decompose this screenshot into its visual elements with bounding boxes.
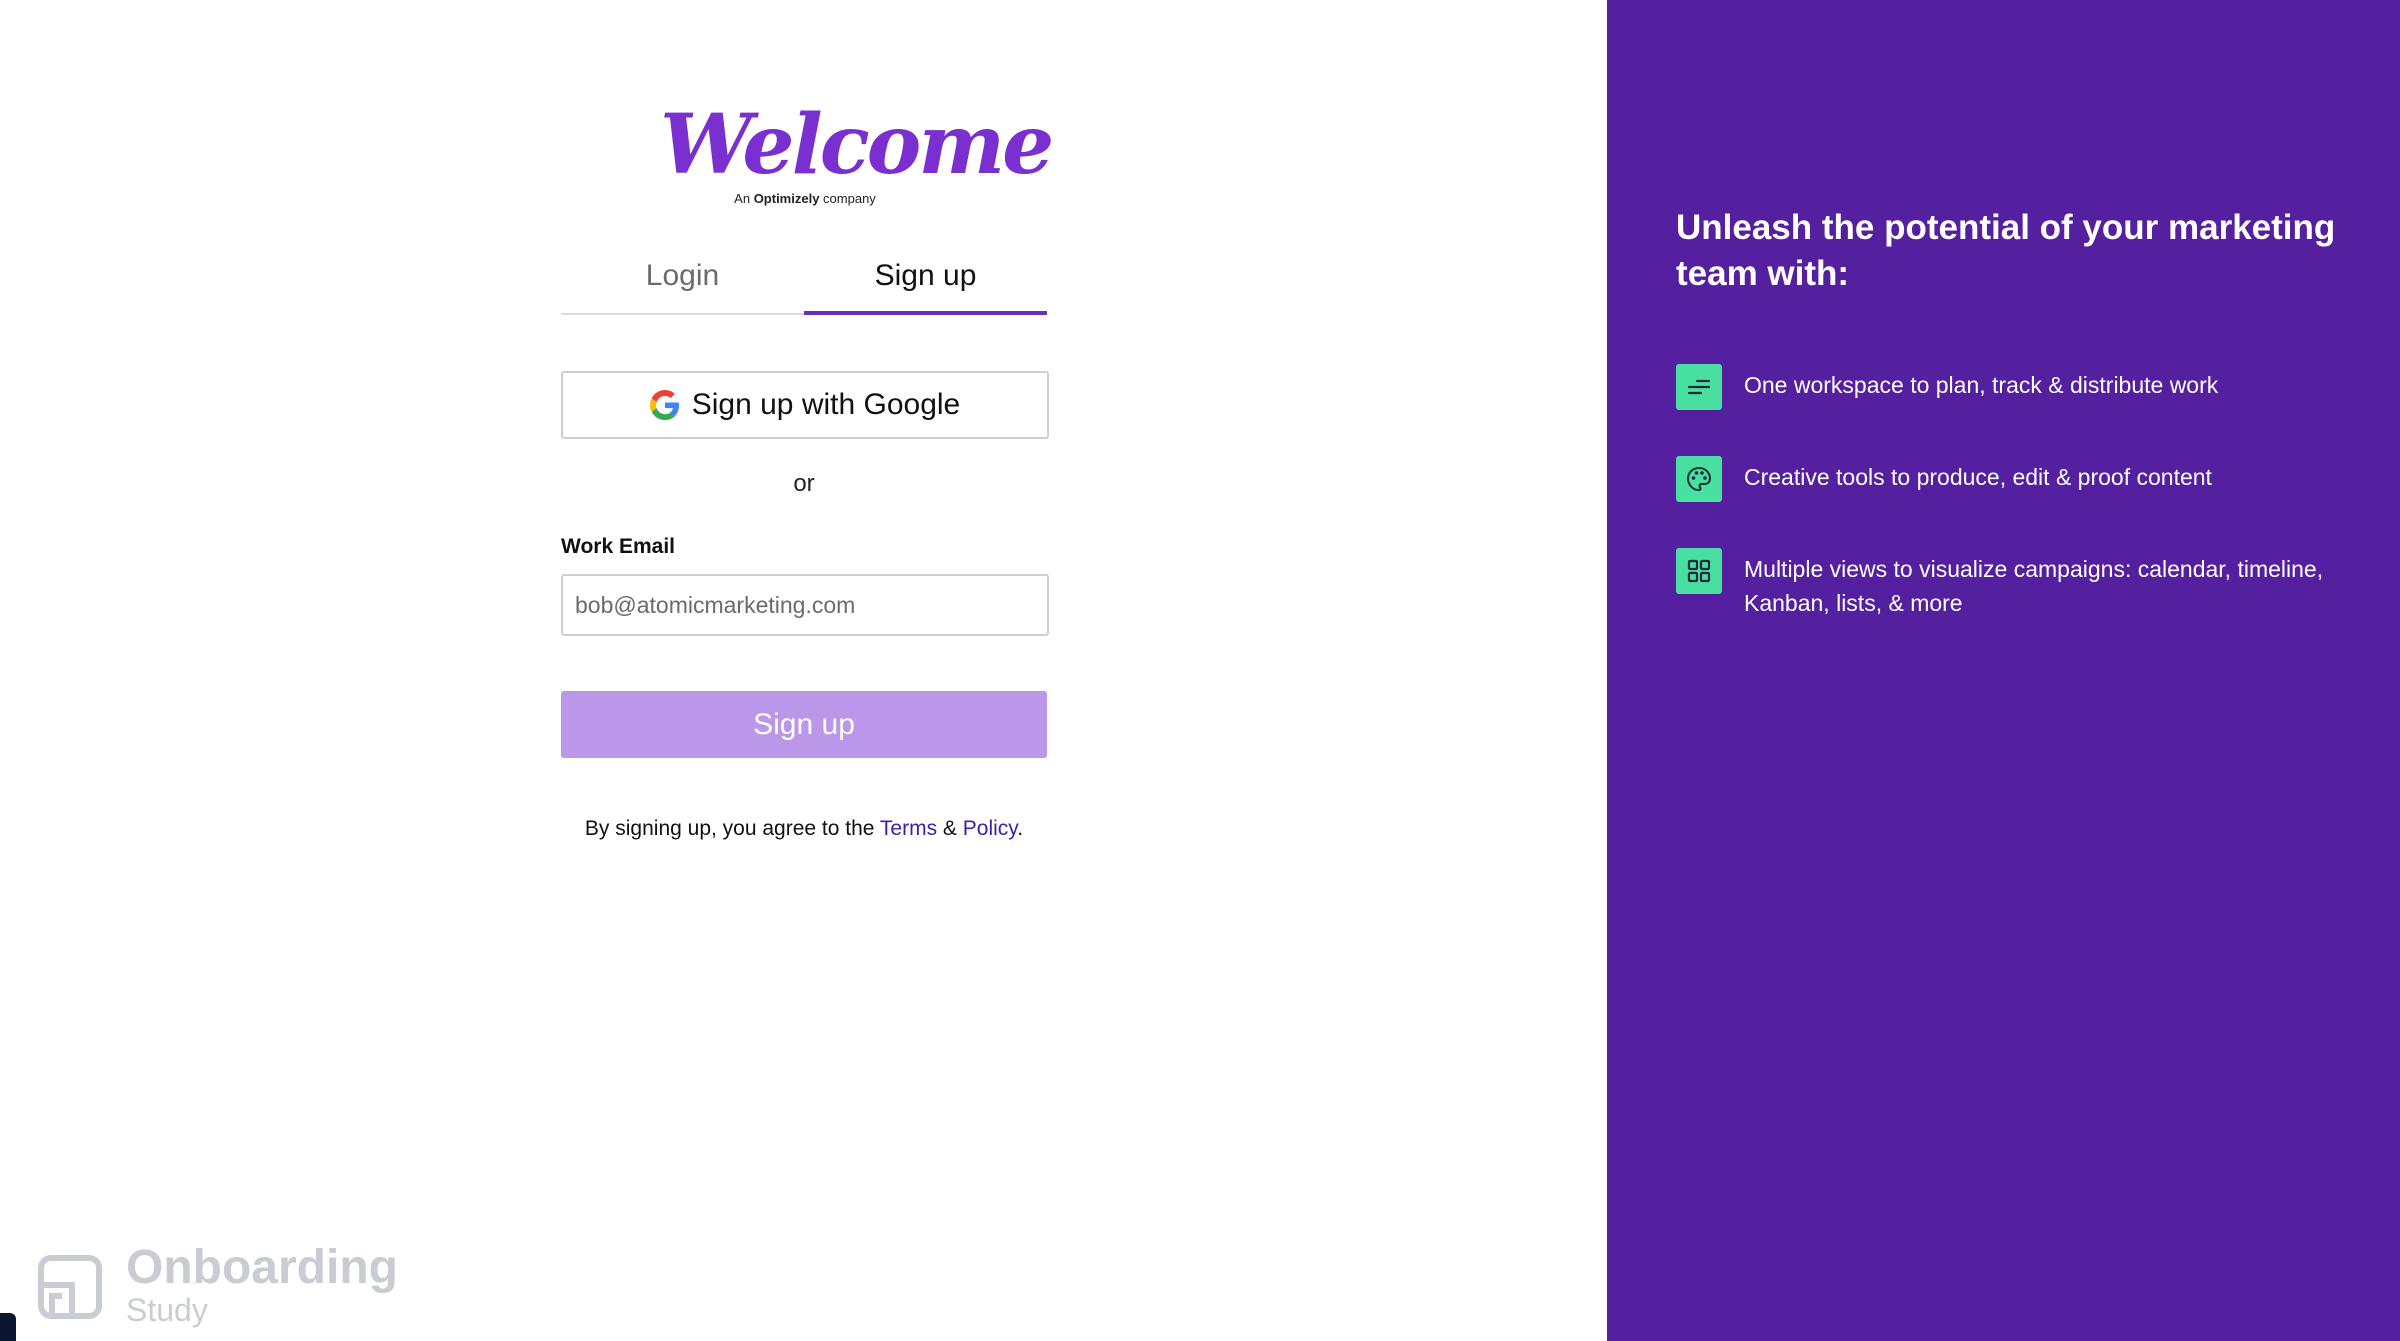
google-signup-button[interactable]: Sign up with Google bbox=[561, 371, 1049, 439]
signup-submit-button[interactable]: Sign up bbox=[561, 691, 1047, 758]
or-divider: or bbox=[793, 470, 815, 497]
terms-notice: By signing up, you agree to the Terms & … bbox=[584, 817, 1024, 840]
feature-text: Creative tools to produce, edit & proof … bbox=[1744, 464, 2212, 490]
watermark-title: Onboarding bbox=[126, 1241, 398, 1294]
terms-link[interactable]: Terms bbox=[880, 817, 937, 840]
work-email-input[interactable] bbox=[561, 574, 1049, 636]
welcome-logo: Welcome An Optimizely company bbox=[660, 95, 1054, 215]
onboarding-study-watermark: Onboarding Study bbox=[38, 1240, 418, 1330]
logo-tagline: An Optimizely company bbox=[734, 191, 876, 206]
onboarding-study-logo-icon bbox=[38, 1255, 102, 1319]
google-icon bbox=[649, 390, 679, 420]
work-email-label: Work Email bbox=[561, 535, 675, 558]
signup-page: Welcome An Optimizely company Login Sign… bbox=[0, 0, 2400, 1341]
tab-signup[interactable]: Sign up bbox=[804, 245, 1047, 315]
auth-tabs: Login Sign up bbox=[561, 245, 1047, 315]
marketing-headline: Unleash the potential of your marketing … bbox=[1676, 208, 2336, 293]
grid-icon bbox=[1676, 548, 1722, 594]
watermark-subtitle: Study bbox=[126, 1292, 208, 1328]
lines-icon bbox=[1676, 364, 1722, 410]
logo-wordmark: Welcome bbox=[660, 97, 1054, 193]
feature-text: One workspace to plan, track & distribut… bbox=[1744, 372, 2219, 398]
policy-link[interactable]: Policy bbox=[963, 817, 1017, 840]
google-signup-label: Sign up with Google bbox=[691, 388, 961, 421]
palette-icon bbox=[1676, 456, 1722, 502]
tab-login[interactable]: Login bbox=[561, 245, 804, 313]
feature-text: Multiple views to visualize campaigns: c… bbox=[1744, 556, 2324, 616]
signup-form-panel: Welcome An Optimizely company Login Sign… bbox=[0, 0, 1607, 1341]
corner-tab bbox=[0, 1313, 16, 1341]
marketing-panel: Unleash the potential of your marketing … bbox=[1607, 0, 2400, 1341]
